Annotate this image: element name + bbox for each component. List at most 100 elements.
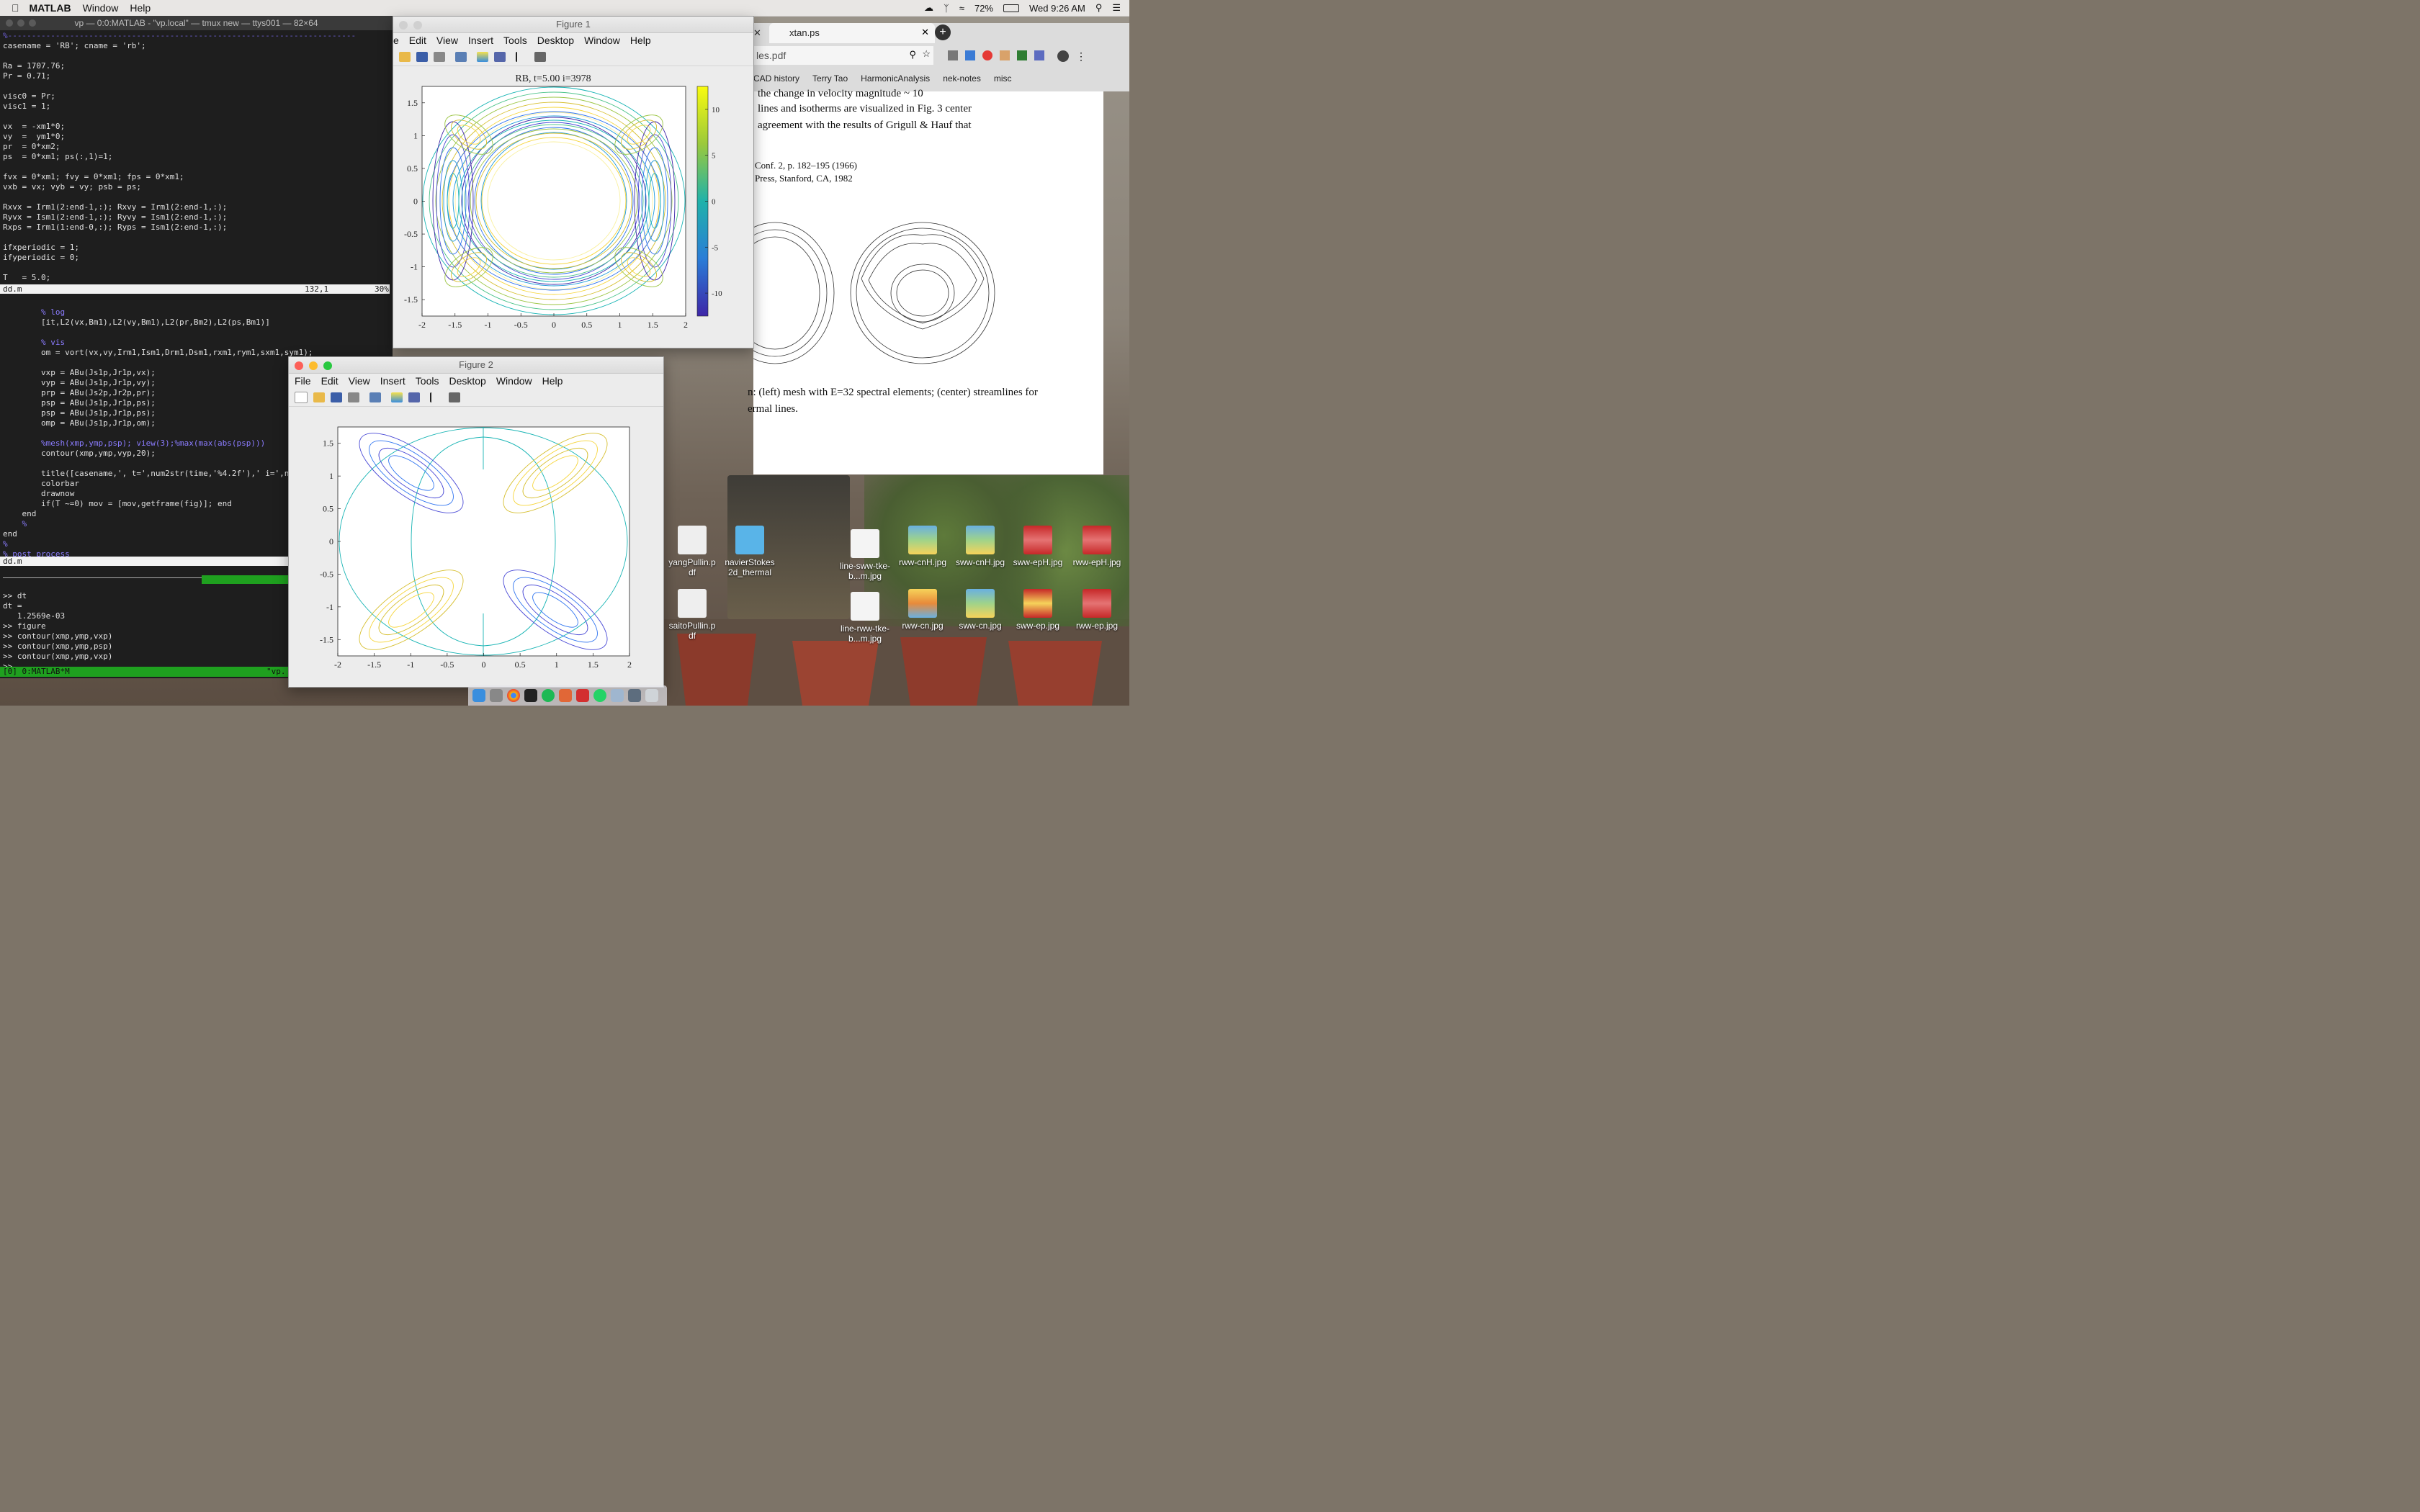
- spotify-icon[interactable]: [542, 689, 555, 702]
- pointer-icon[interactable]: [516, 52, 529, 62]
- desktop-icon-file[interactable]: line-rww-tke-b...m.jpg: [840, 592, 890, 644]
- menu-tools[interactable]: Tools: [503, 35, 527, 46]
- link-plot-icon[interactable]: [455, 52, 467, 62]
- browser-tab-active[interactable]: xtan.ps ✕: [769, 23, 935, 43]
- menu-help[interactable]: Help: [630, 35, 651, 46]
- desktop-icon-file[interactable]: rww-epH.jpg: [1072, 526, 1122, 567]
- tab-close-icon[interactable]: ✕: [921, 27, 929, 38]
- menu-tools[interactable]: Tools: [416, 375, 439, 387]
- clock[interactable]: Wed 9:26 AM: [1029, 3, 1085, 14]
- preview-icon[interactable]: [611, 689, 624, 702]
- zoom-button[interactable]: [323, 361, 332, 370]
- link-plot-icon[interactable]: [369, 392, 381, 402]
- menu-view[interactable]: View: [349, 375, 370, 387]
- menu-help[interactable]: Help: [542, 375, 563, 387]
- profile-avatar[interactable]: [1057, 50, 1069, 62]
- figure2-title-bar[interactable]: Figure 2: [289, 357, 663, 374]
- menu-window[interactable]: Window: [584, 35, 620, 46]
- bookmark-star-icon[interactable]: ☆: [922, 48, 931, 60]
- desktop-icon-file[interactable]: sww-epH.jpg: [1013, 526, 1063, 567]
- bookmark-terry-tao[interactable]: Terry Tao: [812, 73, 848, 84]
- extension-icon[interactable]: [1000, 50, 1010, 60]
- menu-desktop[interactable]: Desktop: [537, 35, 574, 46]
- cloud-icon[interactable]: ☁: [924, 2, 933, 14]
- menu-window[interactable]: Window: [83, 2, 119, 14]
- desktop-icon-file[interactable]: rww-cnH.jpg: [897, 526, 948, 567]
- launchpad-icon[interactable]: [490, 689, 503, 702]
- menu-insert[interactable]: Insert: [380, 375, 405, 387]
- insert-legend-icon[interactable]: [494, 52, 506, 62]
- desktop-icon-file[interactable]: saitoPullin.p df: [667, 589, 717, 641]
- spotlight-search-icon[interactable]: ⚲: [1095, 2, 1103, 14]
- bookmark-harmonic-analysis[interactable]: HarmonicAnalysis: [861, 73, 930, 84]
- pointer-icon[interactable]: [430, 392, 443, 402]
- browser-menu-icon[interactable]: ⋮: [1076, 50, 1086, 63]
- new-tab-button[interactable]: +: [935, 24, 951, 40]
- extension-icon[interactable]: [1034, 50, 1044, 60]
- insert-legend-icon[interactable]: [408, 392, 420, 402]
- desktop-icon-file[interactable]: line-sww-tke-b...m.jpg: [840, 529, 890, 581]
- terminal-icon[interactable]: [524, 689, 537, 702]
- terminal-title-bar[interactable]: vp — 0:0:MATLAB - "vp.local" — tmux new …: [0, 16, 393, 30]
- menu-view[interactable]: View: [436, 35, 458, 46]
- print-icon[interactable]: [348, 392, 359, 402]
- finder-icon[interactable]: [472, 689, 485, 702]
- desktop-icon-file[interactable]: rww-cn.jpg: [897, 589, 948, 631]
- apple-icon[interactable]: : [12, 2, 19, 14]
- menu-window[interactable]: Window: [496, 375, 532, 387]
- figure2-window[interactable]: Figure 2 File Edit View Insert Tools Des…: [288, 356, 664, 688]
- insert-colorbar-icon[interactable]: [477, 52, 488, 62]
- open-file-icon[interactable]: [313, 392, 325, 402]
- minimize-button[interactable]: [309, 361, 318, 370]
- close-button[interactable]: [399, 21, 408, 30]
- desktop-icon-folder[interactable]: navierStokes 2d_thermal: [725, 526, 775, 577]
- open-file-icon[interactable]: [399, 52, 411, 62]
- acrobat-icon[interactable]: [576, 689, 589, 702]
- trash-icon[interactable]: [645, 689, 658, 702]
- desktop-icon-file[interactable]: yangPullin.p df: [667, 526, 717, 577]
- desktop-icon-file[interactable]: sww-ep.jpg: [1013, 589, 1063, 631]
- extension-icon[interactable]: [1017, 50, 1027, 60]
- extension-icon[interactable]: [948, 50, 958, 60]
- bookmark-misc-folder[interactable]: misc: [994, 73, 1012, 84]
- downloads-icon[interactable]: [628, 689, 641, 702]
- print-icon[interactable]: [434, 52, 445, 62]
- whatsapp-icon[interactable]: [593, 689, 606, 702]
- extension-icon[interactable]: [965, 50, 975, 60]
- bookmark-cad-history[interactable]: CAD history: [753, 73, 799, 84]
- zoom-button[interactable]: [29, 19, 36, 27]
- insert-colorbar-icon[interactable]: [391, 392, 403, 402]
- menu-help[interactable]: Help: [130, 2, 151, 14]
- browser-tab-close-icon[interactable]: ✕: [753, 27, 762, 39]
- app-menu-matlab[interactable]: MATLAB: [30, 2, 71, 14]
- desktop-icon-file[interactable]: rww-ep.jpg: [1072, 589, 1122, 631]
- property-editor-icon[interactable]: [534, 52, 546, 62]
- battery-percent[interactable]: 72%: [974, 3, 993, 14]
- menu-insert[interactable]: Insert: [468, 35, 493, 46]
- minimize-button[interactable]: [17, 19, 24, 27]
- menu-edit[interactable]: Edit: [321, 375, 339, 387]
- address-bar[interactable]: les.pdf ⚲ ☆: [753, 46, 933, 65]
- desktop-icon-file[interactable]: sww-cnH.jpg: [955, 526, 1005, 567]
- save-icon[interactable]: [416, 52, 428, 62]
- wifi-icon[interactable]: ≈: [959, 3, 964, 14]
- figure1-title-bar[interactable]: Figure 1: [393, 17, 753, 33]
- menu-file[interactable]: File: [295, 375, 311, 387]
- menu-desktop[interactable]: Desktop: [449, 375, 485, 387]
- matlab-icon[interactable]: [559, 689, 572, 702]
- extension-icon[interactable]: [982, 50, 992, 60]
- bookmark-nek-notes[interactable]: nek-notes: [943, 73, 981, 84]
- close-button[interactable]: [295, 361, 303, 370]
- save-icon[interactable]: [331, 392, 342, 402]
- battery-icon[interactable]: [1003, 4, 1019, 12]
- menu-edit[interactable]: Edit: [409, 35, 426, 46]
- bluetooth-icon[interactable]: ᛉ: [944, 3, 949, 14]
- zoom-icon[interactable]: ⚲: [909, 49, 916, 60]
- chrome-icon[interactable]: [507, 689, 520, 702]
- desktop-icon-file[interactable]: sww-cn.jpg: [955, 589, 1005, 631]
- menu-file[interactable]: e: [393, 35, 399, 46]
- new-figure-icon[interactable]: [295, 392, 308, 403]
- property-editor-icon[interactable]: [449, 392, 460, 402]
- notification-center-icon[interactable]: ☰: [1112, 2, 1121, 14]
- close-button[interactable]: [6, 19, 13, 27]
